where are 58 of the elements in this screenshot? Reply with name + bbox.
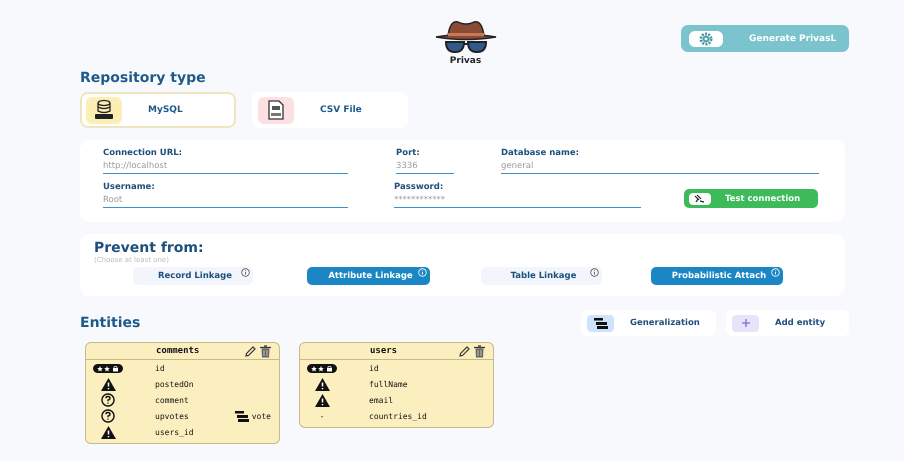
- info-icon: [418, 268, 427, 277]
- input-field[interactable]: Root: [103, 192, 348, 208]
- attribute-name: users_id: [155, 428, 195, 436]
- info-icon: [590, 268, 599, 277]
- field-label: Connection URL:: [103, 148, 184, 158]
- input-field[interactable]: http://localhost: [103, 158, 348, 174]
- entity-name: users: [370, 346, 398, 356]
- attribute-name: upvotes: [155, 412, 190, 420]
- stacked-bars-icon: [594, 318, 608, 328]
- pencil-icon[interactable]: [458, 344, 471, 358]
- field-label: Database name:: [501, 148, 580, 158]
- warning-icon: [100, 426, 116, 438]
- info-icon: [771, 268, 780, 277]
- masked-lock-badge-icon: [93, 364, 123, 372]
- field-label: Port:: [396, 148, 421, 158]
- question-icon: [101, 409, 115, 423]
- section-title: Entities: [80, 315, 140, 331]
- dash-symbol: -: [320, 412, 324, 420]
- warning-icon: [314, 394, 330, 406]
- csv-file-icon: [267, 100, 285, 120]
- attribute-name: countries_id: [369, 412, 428, 420]
- attribute-name: fullName: [369, 380, 409, 388]
- attribute-name: id: [369, 364, 380, 372]
- question-icon: [101, 393, 115, 407]
- input-field[interactable]: 3336: [396, 158, 454, 174]
- prevent-option[interactable]: Attribute Linkage: [307, 267, 430, 285]
- prevent-option[interactable]: Table Linkage: [481, 267, 602, 285]
- warning-icon: [100, 378, 116, 390]
- stacked-bars-icon: [234, 410, 249, 422]
- prevent-option[interactable]: Probabilistic Attach: [651, 267, 783, 285]
- prevent-option[interactable]: Record Linkage: [133, 267, 253, 285]
- entity-action-button[interactable]: Add entity: [726, 310, 849, 336]
- input-field[interactable]: ************: [394, 192, 641, 208]
- section-title: Prevent from:: [94, 240, 205, 256]
- repository-option[interactable]: MySQL: [80, 92, 236, 128]
- database-icon: [93, 99, 115, 121]
- entity-name: comments: [156, 346, 200, 356]
- app-name: Privas: [450, 56, 482, 66]
- settings-icon: [699, 32, 713, 46]
- generalization-label: vote: [252, 412, 271, 420]
- plus-icon: [742, 319, 750, 327]
- attribute-name: email: [369, 396, 394, 404]
- spy-hat-glasses-icon: [434, 18, 498, 54]
- repository-option[interactable]: CSV File: [252, 92, 408, 128]
- warning-icon: [314, 378, 330, 390]
- pencil-icon[interactable]: [244, 344, 257, 358]
- info-icon: [241, 268, 250, 277]
- input-field[interactable]: general: [501, 158, 819, 174]
- trash-icon[interactable]: [474, 344, 485, 358]
- entity-action-button[interactable]: Generalization: [581, 310, 716, 336]
- section-title: Repository type: [80, 70, 207, 86]
- attribute-name: id: [155, 364, 166, 372]
- trash-icon[interactable]: [260, 344, 271, 358]
- attribute-name: comment: [155, 396, 190, 404]
- masked-lock-badge-icon: [307, 364, 337, 372]
- field-label: Username:: [103, 182, 156, 192]
- attribute-name: postedOn: [155, 380, 195, 388]
- field-label: Password:: [394, 182, 444, 192]
